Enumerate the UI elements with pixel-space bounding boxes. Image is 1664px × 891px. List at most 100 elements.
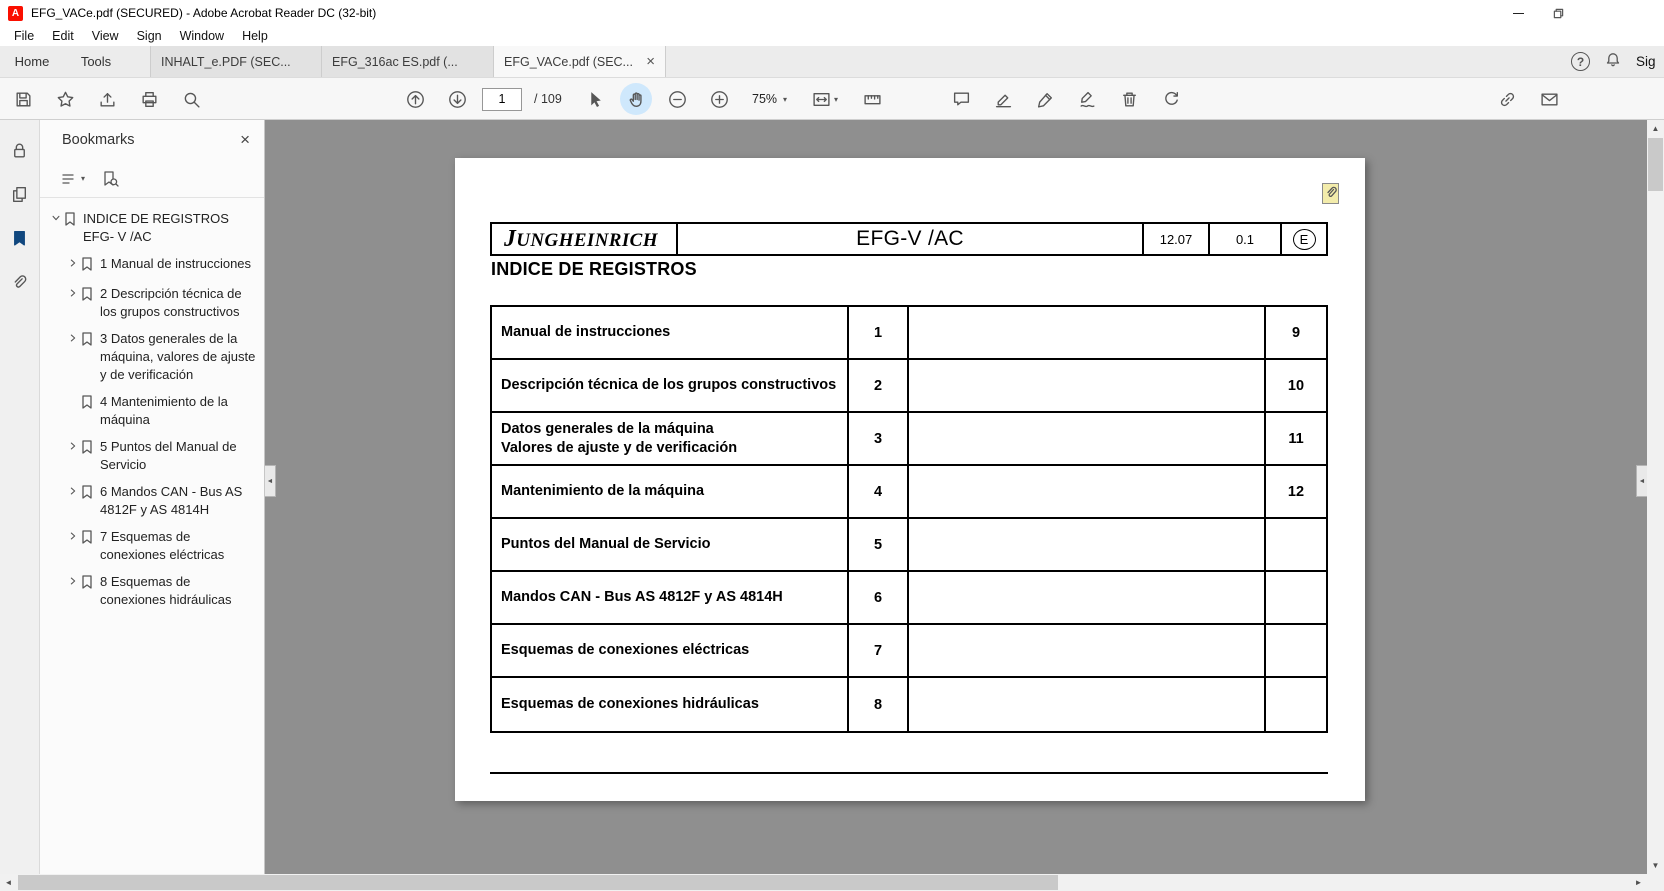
document-viewport[interactable]: ◄ ◄ JUNGHEINRICH EFG-V /AC 12.07 0.1 E I…: [265, 120, 1647, 874]
bookmark-item-1[interactable]: 1 Manual de instrucciones: [65, 255, 258, 276]
bookmark-label: 1 Manual de instrucciones: [100, 255, 251, 273]
chevron-down-icon[interactable]: [48, 213, 63, 223]
bookmark-item-8[interactable]: 8 Esquemas de conexiones hidráulicas: [65, 573, 258, 609]
row-number: 6: [849, 572, 909, 623]
tab-close-icon[interactable]: ×: [640, 53, 655, 70]
vertical-scrollbar[interactable]: ▲ ▼: [1647, 120, 1664, 874]
menu-window[interactable]: Window: [171, 28, 233, 44]
bookmark-icon: [81, 440, 95, 459]
signature-icon[interactable]: [1070, 83, 1104, 115]
bookmark-icon: [81, 257, 95, 276]
bookmark-item-3[interactable]: 3 Datos generales de la máquina, valores…: [65, 330, 258, 384]
chevron-right-icon[interactable]: [65, 486, 80, 496]
bookmark-item-2[interactable]: 2 Descripción técnica de los grupos cons…: [65, 285, 258, 321]
rotate-refresh-icon[interactable]: [1154, 83, 1188, 115]
row-page: 11: [1266, 413, 1326, 464]
bookmark-options-icon[interactable]: ▾: [60, 170, 85, 188]
row-number: 2: [849, 360, 909, 411]
fill-sign-pen-icon[interactable]: [1028, 83, 1062, 115]
horizontal-scrollbar[interactable]: ◄ ►: [0, 874, 1647, 891]
zoom-level-dropdown[interactable]: 75% ▾: [744, 86, 795, 112]
row-name: Esquemas de conexiones hidráulicas: [492, 678, 849, 731]
bookmark-item-root[interactable]: INDICE DE REGISTROS EFG- V /AC: [48, 210, 258, 246]
zoom-in-icon[interactable]: [702, 83, 736, 115]
search-icon[interactable]: [174, 83, 208, 115]
bookmark-item-6[interactable]: 6 Mandos CAN - Bus AS 4812F y AS 4814H: [65, 483, 258, 519]
row-spacer: [909, 360, 1266, 411]
chevron-right-icon[interactable]: [65, 441, 80, 451]
menu-file[interactable]: File: [5, 28, 43, 44]
bookmark-item-5[interactable]: 5 Puntos del Manual de Servicio: [65, 438, 258, 474]
share-upload-icon[interactable]: [90, 83, 124, 115]
tabbar-right-cluster: ? Sig: [1571, 46, 1664, 77]
chevron-right-icon[interactable]: [65, 576, 80, 586]
acrobat-app-icon: A: [8, 6, 23, 21]
row-spacer: [909, 519, 1266, 570]
collapse-left-panel-handle[interactable]: ◄: [265, 465, 276, 497]
footer-rule: [490, 772, 1328, 774]
expand-right-panel-handle[interactable]: ◄: [1636, 465, 1647, 497]
page-number-input[interactable]: [482, 88, 522, 111]
minimize-button[interactable]: [1498, 0, 1538, 26]
doc-tab-inhalt[interactable]: INHALT_e.PDF (SEC...: [150, 46, 322, 77]
protection-lock-icon[interactable]: [6, 136, 34, 164]
restore-icon: [1553, 8, 1564, 19]
next-page-icon[interactable]: [440, 83, 474, 115]
row-name: Mandos CAN - Bus AS 4812F y AS 4814H: [492, 572, 849, 623]
bookmark-item-7[interactable]: 7 Esquemas de conexiones eléctricas: [65, 528, 258, 564]
help-icon[interactable]: ?: [1571, 52, 1590, 71]
chevron-right-icon[interactable]: [65, 531, 80, 541]
attachments-paperclip-icon[interactable]: [6, 268, 34, 296]
panel-close-icon[interactable]: ×: [240, 130, 250, 150]
bookmarks-panel-icon[interactable]: [6, 224, 34, 252]
save-icon[interactable]: [6, 83, 40, 115]
chevron-right-icon[interactable]: [65, 333, 80, 343]
restore-button[interactable]: [1538, 0, 1578, 26]
highlight-icon[interactable]: [986, 83, 1020, 115]
fit-width-dropdown-icon[interactable]: ▾: [803, 83, 847, 115]
tab-home[interactable]: Home: [0, 46, 64, 77]
vertical-scrollbar-thumb[interactable]: [1648, 138, 1663, 191]
measure-ruler-icon[interactable]: [855, 83, 889, 115]
menu-help[interactable]: Help: [233, 28, 277, 44]
chevron-right-icon[interactable]: [65, 258, 80, 268]
model-title: EFG-V /AC: [678, 224, 1144, 254]
scroll-right-icon[interactable]: ►: [1630, 874, 1647, 891]
row-spacer: [909, 678, 1266, 731]
sign-in-button[interactable]: Sig: [1636, 54, 1664, 69]
email-icon[interactable]: [1532, 83, 1566, 115]
doc-tab-efg316[interactable]: EFG_316ac ES.pdf (...: [322, 46, 494, 77]
doc-tab-efgvace-active[interactable]: EFG_VACe.pdf (SEC... ×: [494, 46, 666, 77]
row-number: 8: [849, 678, 909, 731]
scroll-down-icon[interactable]: ▼: [1647, 857, 1664, 874]
attachment-annotation-icon[interactable]: [1322, 183, 1339, 204]
star-icon[interactable]: [48, 83, 82, 115]
menu-view[interactable]: View: [83, 28, 128, 44]
tab-tools[interactable]: Tools: [64, 46, 128, 77]
horizontal-scrollbar-thumb[interactable]: [18, 875, 1058, 890]
menu-edit[interactable]: Edit: [43, 28, 83, 44]
menu-bar: File Edit View Sign Window Help: [0, 26, 1664, 46]
hand-tool-icon[interactable]: [620, 83, 652, 115]
bookmark-item-4[interactable]: 4 Mantenimiento de la máquina: [65, 393, 258, 429]
row-spacer: [909, 572, 1266, 623]
scroll-up-icon[interactable]: ▲: [1647, 120, 1664, 137]
menu-sign[interactable]: Sign: [128, 28, 171, 44]
link-icon[interactable]: [1490, 83, 1524, 115]
print-icon[interactable]: [132, 83, 166, 115]
row-number: 3: [849, 413, 909, 464]
previous-page-icon[interactable]: [398, 83, 432, 115]
chevron-right-icon[interactable]: [65, 288, 80, 298]
zoom-level-value: 75%: [752, 92, 777, 106]
scroll-left-icon[interactable]: ◄: [0, 874, 17, 891]
page-thumbnails-icon[interactable]: [6, 180, 34, 208]
zoom-out-icon[interactable]: [660, 83, 694, 115]
comment-icon[interactable]: [944, 83, 978, 115]
notifications-bell-icon[interactable]: [1604, 51, 1622, 72]
table-row: Esquemas de conexiones eléctricas 7: [492, 625, 1326, 678]
expand-current-bookmark-icon[interactable]: [101, 170, 119, 188]
delete-trash-icon[interactable]: [1112, 83, 1146, 115]
doc-tab-label: EFG_316ac ES.pdf (...: [332, 55, 458, 69]
row-spacer: [909, 307, 1266, 358]
select-tool-icon[interactable]: [578, 83, 612, 115]
